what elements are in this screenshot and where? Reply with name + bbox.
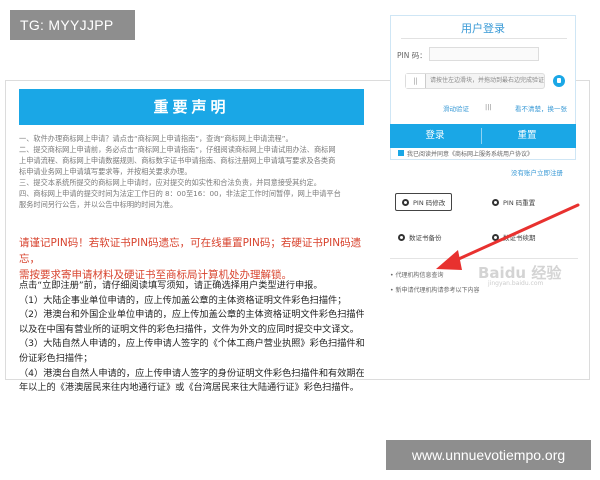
instruction-line: 点击“立即注册”前，请仔细阅读填写须知，请正确选择用户类型进行申报。 xyxy=(19,280,323,291)
notice-header: 重要声明 xyxy=(19,89,364,125)
pin-reset-label: PIN 码重置 xyxy=(503,199,536,207)
notice-body: 一、软件办理商标网上申请？请点击“商标网上申请指南”，查询“商标网上申请流程”。… xyxy=(19,133,364,210)
pin-label: PIN 码： xyxy=(397,51,427,60)
divider xyxy=(390,258,578,259)
slider-handle[interactable]: || xyxy=(406,74,426,88)
warning-line: 请谨记PIN码！若软证书PIN码遗忘，可在线重置PIN码；若硬证书PIN码遗忘， xyxy=(19,237,362,265)
agree-checkbox[interactable] xyxy=(398,150,404,156)
instruction-line: 年以上的《港澳居民来往内地通行证》或《台湾居民来往大陆通行证》彩色扫描件。 xyxy=(19,382,359,394)
pin-input[interactable] xyxy=(429,47,539,61)
pin-warning: 请谨记PIN码！若软证书PIN码遗忘，可在线重置PIN码；若硬证书PIN码遗忘，… xyxy=(19,235,364,283)
register-link[interactable]: 没有账户立即注册 xyxy=(511,167,563,177)
login-title: 用户登录 xyxy=(461,22,505,35)
slider-text: 请按住左边滑块，并拖动到最右边完成验证 xyxy=(430,77,545,84)
instruction-line: 以及在中国有营业所的证明文件的彩色扫描件，文件为外文的应同时提交中文译文。 xyxy=(19,323,359,335)
notice-line: 四、商标网上申请的提交时间为法定工作日的 8：00至16：00，非法定工作时间暂… xyxy=(19,189,341,198)
login-box: 用户登录 PIN 码： || 请按住左边滑块，并拖动到最右边完成验证 滑动验证 … xyxy=(390,15,576,160)
pin-modify-option[interactable]: PIN 码修改 xyxy=(395,193,453,211)
instruction-line: 份证彩色扫描件； xyxy=(19,352,93,364)
radio-icon[interactable] xyxy=(492,199,499,206)
instruction-line: （1）大陆企事业单位申请的，应上传加盖公章的主体资格证明文件彩色扫描件； xyxy=(19,294,347,306)
notice-line: 上申请流程、商标网上申请数据规则、商标数字证书申请指南、商标注册网上申请填写要求… xyxy=(19,156,336,165)
radio-icon[interactable] xyxy=(402,199,409,206)
pin-reset-option[interactable]: PIN 码重置 xyxy=(492,197,535,207)
divider xyxy=(401,38,567,39)
slide-verify-link[interactable]: 滑动验证 xyxy=(443,103,469,113)
instruction-line: （3）大陆自然人申请的，应上传申请人签字的《个体工商户营业执照》彩色扫描件和身 xyxy=(19,338,364,350)
agreement-row[interactable]: 我已阅读并同意《商标网上服务系统用户协议》 xyxy=(398,149,533,158)
instruction-line: （2）港澳台和外国企业单位申请的，应上传加盖公章的主体资格证明文件彩色扫描件， xyxy=(19,309,364,321)
cert-backup-label: 数证书备份 xyxy=(409,234,442,242)
notice-line: 三、提交本系统所提交的商标网上申请时，应对提交的如实性和合法负责，并同意接受其约… xyxy=(19,178,321,187)
cert-backup-option[interactable]: 数证书备份 xyxy=(398,232,442,242)
notice-line: 标申请业务网上申请填写要求等，并按相关要求办理。 xyxy=(19,167,192,176)
login-button[interactable]: 登录 xyxy=(390,124,480,148)
cert-renew-option[interactable]: 数证书续期 xyxy=(492,232,536,242)
notice-line: 二、提交商标网上申请前，务必点击“商标网上申请指南”，仔细阅读商标网上申请试用办… xyxy=(19,145,336,154)
agreement-text: 我已阅读并同意《商标网上服务系统用户协议》 xyxy=(407,151,534,158)
agency-query-text: 代理机构信息查询 xyxy=(395,272,444,279)
pin-modify-label: PIN 码修改 xyxy=(413,199,446,207)
cert-renew-label: 数证书续期 xyxy=(503,234,536,242)
radio-icon[interactable] xyxy=(492,234,499,241)
reset-button[interactable]: 重置 xyxy=(482,124,572,148)
new-agency-link[interactable]: • 新申请代理机构请参考以下内容 xyxy=(390,285,479,294)
refresh-link[interactable]: 看不清楚，换一张 xyxy=(515,103,567,113)
notice-panel: 重要声明 一、软件办理商标网上申请？请点击“商标网上申请指南”，查询“商标网上申… xyxy=(11,89,364,393)
agency-query-link[interactable]: • 代理机构信息查询 xyxy=(390,270,443,279)
tag-badge: TG: MYYJJPP xyxy=(10,10,135,40)
instruction-line: （4）港澳台自然人申请的，应上传申请人签字的身份证明文件彩色扫描件和有效期在一 xyxy=(19,367,364,379)
slider-captcha[interactable]: || 请按住左边滑块，并拖动到最右边完成验证 xyxy=(405,73,545,89)
new-agency-text: 新申请代理机构请参考以下内容 xyxy=(395,287,480,294)
verify-code: ||| xyxy=(485,103,492,111)
login-button-bar: 登录 重置 xyxy=(390,124,576,148)
lock-icon xyxy=(553,75,565,87)
registration-instructions: 点击“立即注册”前，请仔细阅读填写须知，请正确选择用户类型进行申报。 （1）大陆… xyxy=(19,279,364,396)
baidu-watermark-url: jingyan.baidu.com xyxy=(488,280,544,287)
radio-icon[interactable] xyxy=(398,234,405,241)
site-badge: www.unnuevotiempo.org xyxy=(386,440,591,470)
notice-line: 服务时间另行公告，并以公告中标明的时间为准。 xyxy=(19,200,178,209)
notice-line: 一、软件办理商标网上申请？请点击“商标网上申请指南”，查询“商标网上申请流程”。 xyxy=(19,134,293,143)
